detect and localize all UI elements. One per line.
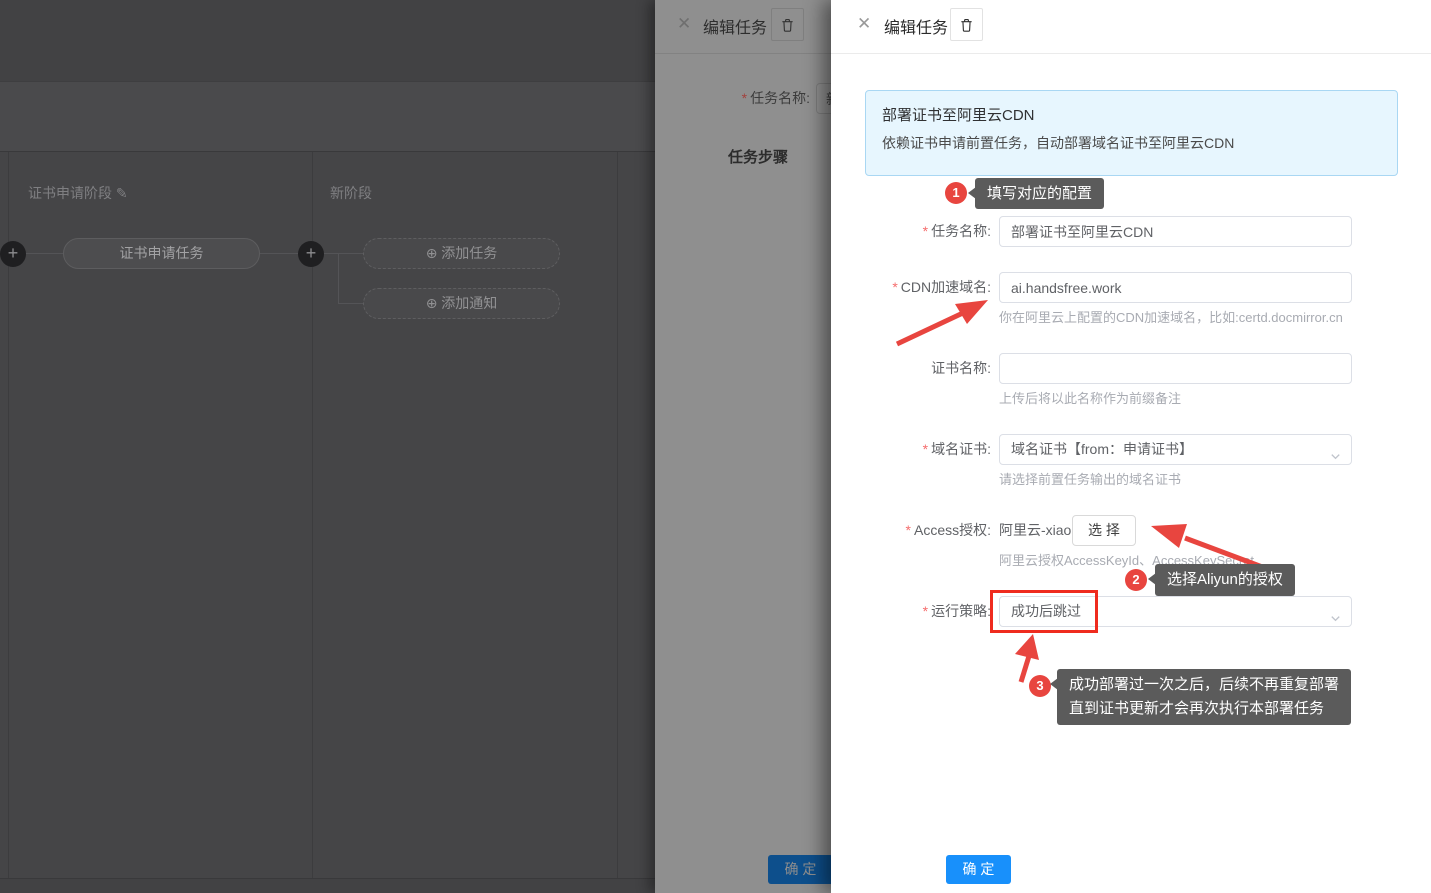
connector-line: [324, 253, 339, 254]
trash-icon: [780, 17, 795, 33]
connector-line: [260, 253, 298, 254]
confirm-button: 确 定: [768, 855, 831, 884]
delete-task-button: [771, 8, 804, 41]
connector-line: [26, 253, 63, 254]
task-name-label: *任务名称:: [831, 216, 991, 247]
connector-line: [339, 253, 363, 254]
cert-name-label-text: 证书名称:: [931, 360, 991, 376]
domain-cert-select-value: 域名证书【from：申请证书】: [1011, 441, 1193, 457]
stage2-label-text: 新阶段: [330, 185, 372, 201]
trash-icon: [959, 17, 974, 33]
required-asterisk: *: [892, 279, 897, 295]
chevron-down-icon: [1329, 606, 1342, 635]
stage1-label-text: 证书申请阶段: [28, 185, 112, 201]
run-strategy-label: *运行策略:: [831, 596, 991, 627]
screen: 证书申请阶段 ✎ 新阶段 + + 证书申请任务 ⊕ 添加任务 ⊕ 添加通知 ✕ …: [0, 0, 1431, 893]
annotation-step1-badge: 1: [945, 182, 967, 204]
annotation-arrow-1: [889, 296, 994, 352]
task-name-label-text: 任务名称:: [750, 90, 810, 106]
plugin-info-alert: 部署证书至阿里云CDN 依赖证书申请前置任务，自动部署域名证书至阿里云CDN: [865, 90, 1398, 176]
required-asterisk: *: [906, 522, 911, 538]
close-icon[interactable]: ✕: [857, 14, 871, 34]
drawer-title: 编辑任务: [703, 14, 767, 38]
domain-cert-label-text: 域名证书:: [931, 441, 991, 457]
stage1-title: 证书申请阶段 ✎: [28, 183, 128, 203]
annotation-step2-tooltip: 选择Aliyun的授权: [1155, 564, 1295, 596]
cert-name-label: 证书名称:: [831, 353, 991, 384]
annotation-step3-tooltip: 成功部署过一次之后，后续不再重复部署 直到证书更新才会再次执行本部署任务: [1057, 669, 1351, 725]
access-choose-button[interactable]: 选 择: [1072, 515, 1136, 546]
header-divider: [831, 53, 1431, 54]
task-node-cert-request: 证书申请任务: [63, 238, 260, 269]
access-label-text: Access授权:: [914, 522, 991, 538]
chevron-down-icon: [1329, 444, 1342, 473]
domain-cert-hint: 请选择前置任务输出的域名证书: [999, 469, 1181, 488]
delete-task-button[interactable]: [950, 8, 983, 41]
required-asterisk: *: [923, 603, 928, 619]
run-strategy-label-text: 运行策略:: [931, 603, 991, 619]
stage2-title: 新阶段: [330, 183, 372, 203]
domain-cert-label: *域名证书:: [831, 434, 991, 465]
annotation-step1-tooltip: 填写对应的配置: [975, 178, 1104, 209]
add-notification-node: ⊕ 添加通知: [363, 288, 560, 319]
access-selected-value: 阿里云-xiao: [999, 515, 1071, 546]
plugin-description: 依赖证书申请前置任务，自动部署域名证书至阿里云CDN: [882, 133, 1234, 153]
cdn-domain-hint: 你在阿里云上配置的CDN加速域名，比如:certd.docmirror.cn: [999, 307, 1343, 326]
edit-task-drawer-back: ✕ 编辑任务 *任务名称: 任务步骤 确 定: [655, 0, 831, 893]
cert-name-hint: 上传后将以此名称作为前缀备注: [999, 388, 1181, 407]
required-asterisk: *: [923, 223, 928, 239]
add-stage-plus-icon: +: [298, 241, 324, 267]
annotation-step2-badge: 2: [1125, 569, 1147, 591]
task-name-input: [816, 83, 831, 114]
task-name-input[interactable]: [999, 216, 1352, 247]
domain-cert-select[interactable]: 域名证书【from：申请证书】: [999, 434, 1352, 465]
annotation-step3-badge: 3: [1029, 675, 1051, 697]
highlight-frame: [990, 590, 1098, 633]
edit-stage-icon: ✎: [116, 185, 128, 201]
header-divider: [655, 53, 831, 54]
add-task-node: ⊕ 添加任务: [363, 238, 560, 269]
add-stage-plus-icon: +: [0, 241, 26, 267]
task-steps-heading: 任务步骤: [728, 146, 788, 167]
access-label: *Access授权:: [831, 515, 991, 546]
cdn-domain-input[interactable]: [999, 272, 1352, 303]
task-name-label: *任务名称:: [655, 83, 810, 114]
close-icon: ✕: [677, 14, 691, 34]
edit-task-drawer: ✕ 编辑任务 部署证书至阿里云CDN 依赖证书申请前置任务，自动部署域名证书至阿…: [831, 0, 1431, 893]
required-asterisk: *: [923, 441, 928, 457]
cdn-domain-label-text: CDN加速域名:: [901, 279, 991, 295]
confirm-button[interactable]: 确 定: [946, 855, 1011, 884]
drawer-title: 编辑任务: [884, 14, 948, 38]
connector-line: [339, 303, 363, 304]
required-asterisk: *: [742, 90, 747, 106]
connector-line: [338, 253, 339, 304]
column-divider: [617, 152, 618, 878]
plugin-title: 部署证书至阿里云CDN: [882, 104, 1035, 125]
task-name-label-text: 任务名称:: [931, 223, 991, 239]
cert-name-input[interactable]: [999, 353, 1352, 384]
